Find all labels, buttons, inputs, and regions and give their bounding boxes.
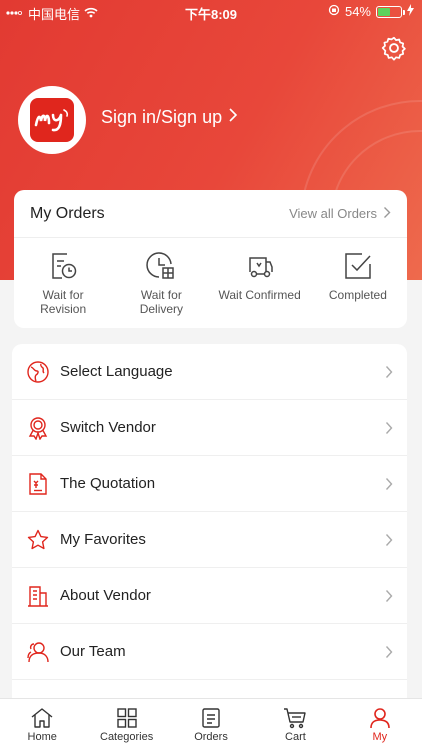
order-status-wait-confirmed[interactable]: Wait Confirmed <box>212 250 308 316</box>
menu-item-about-vendor[interactable]: About Vendor <box>12 568 407 624</box>
tab-orders[interactable]: Orders <box>169 699 253 750</box>
avatar[interactable] <box>18 86 86 154</box>
tab-home[interactable]: Home <box>0 699 84 750</box>
view-all-orders-link[interactable]: View all Orders <box>289 206 391 222</box>
menu-item-our-team[interactable]: Our Team <box>12 624 407 680</box>
signin-label: Sign in/Sign up <box>101 107 223 127</box>
chevron-right-icon <box>385 477 393 490</box>
bottom-tab-bar: Home Categories Orders Cart My <box>0 698 422 750</box>
my-orders-card: My Orders View all Orders Wait for Revis… <box>14 190 407 328</box>
battery-icon <box>376 5 405 18</box>
menu-item-my-favorites[interactable]: My Favorites <box>12 512 407 568</box>
delivery-clock-icon <box>146 252 175 279</box>
menu-item-select-language[interactable]: Select Language <box>12 344 407 400</box>
tab-my[interactable]: My <box>338 699 422 750</box>
user-icon <box>370 707 390 728</box>
check-box-icon <box>345 253 371 279</box>
menu-item-switch-vendor[interactable]: Switch Vendor <box>12 400 407 456</box>
chevron-right-icon <box>385 589 393 602</box>
orientation-lock-icon <box>328 4 340 19</box>
chevron-right-icon <box>385 365 393 378</box>
menu-item-quotation[interactable]: The Quotation <box>12 456 407 512</box>
quotation-document-icon <box>29 472 47 495</box>
charging-icon <box>407 4 414 19</box>
truck-icon <box>248 257 273 278</box>
battery-percent: 54% <box>344 4 371 19</box>
chevron-right-icon <box>385 645 393 658</box>
building-icon <box>28 585 48 607</box>
chevron-right-icon <box>228 107 238 128</box>
grid-icon <box>116 707 137 728</box>
team-icon <box>27 641 49 662</box>
settings-gear-icon[interactable] <box>380 34 408 62</box>
orders-list-icon <box>202 707 220 728</box>
home-icon <box>31 707 53 728</box>
tab-cart[interactable]: Cart <box>253 699 337 750</box>
chevron-right-icon <box>385 421 393 434</box>
order-status-wait-revision[interactable]: Wait for Revision <box>15 250 111 316</box>
tab-categories[interactable]: Categories <box>84 699 168 750</box>
app-logo <box>30 98 74 142</box>
globe-icon <box>27 360 49 383</box>
signin-link[interactable]: Sign in/Sign up <box>101 107 238 128</box>
chevron-right-icon <box>385 533 393 546</box>
chevron-right-icon <box>383 206 391 222</box>
order-status-completed[interactable]: Completed <box>310 250 406 316</box>
star-icon <box>27 529 49 549</box>
status-bar: 中国电信 下午8:09 54% <box>0 0 422 24</box>
settings-menu: Select Language Switch Vendor The Quotat… <box>12 344 407 714</box>
order-status-wait-delivery[interactable]: Wait for Delivery <box>113 250 209 316</box>
medal-badge-icon <box>28 416 48 440</box>
revision-clock-icon <box>52 253 77 279</box>
cart-icon <box>284 707 307 728</box>
orders-title: My Orders <box>30 204 105 222</box>
